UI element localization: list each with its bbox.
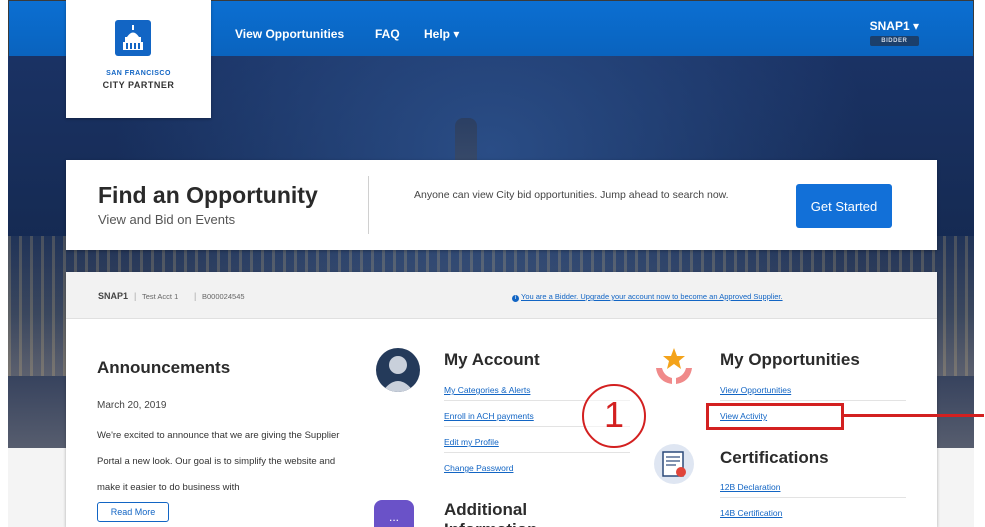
14b-certification-link[interactable]: 14B Certification — [720, 508, 782, 518]
account-name: Test Acct 1 — [142, 292, 179, 301]
info-icon: i — [512, 295, 519, 302]
edit-profile-link[interactable]: Edit my Profile — [444, 437, 499, 447]
hands-star-icon — [656, 348, 692, 384]
announcement-body: We're excited to announce that we are gi… — [97, 430, 340, 493]
announcements-title: Announcements — [97, 358, 231, 377]
page: View Opportunities FAQ Help ▾ SNAP1 ▾ BI… — [0, 0, 985, 527]
my-opportunities-title: My Opportunities — [720, 350, 860, 369]
callout-arrow-line — [844, 414, 984, 417]
my-account-title: My Account — [444, 350, 540, 369]
upgrade-account-link[interactable]: i You are a Bidder. Upgrade your account … — [512, 292, 783, 302]
separator: | — [194, 291, 197, 301]
announcement-date: March 20, 2019 — [97, 400, 167, 411]
enroll-ach-link[interactable]: Enroll in ACH payments — [444, 411, 534, 421]
divider — [368, 176, 369, 234]
nav-view-opportunities[interactable]: View Opportunities — [235, 27, 344, 41]
find-opportunity-card: Find an Opportunity View and Bid on Even… — [66, 160, 937, 250]
certificate-icon — [654, 444, 694, 484]
12b-declaration-link[interactable]: 12B Declaration — [720, 482, 780, 492]
read-more-button[interactable]: Read More — [97, 502, 169, 522]
nav-help-menu[interactable]: Help ▾ — [424, 27, 459, 41]
account-username: SNAP1 — [98, 291, 129, 301]
certifications-title: Certifications — [720, 448, 829, 467]
site-logo[interactable]: SAN FRANCISCO CITY PARTNER — [66, 0, 211, 118]
logo-line-2: CITY PARTNER — [102, 80, 175, 90]
user-menu-label: SNAP1 ▾ — [869, 19, 919, 33]
step-number-callout: 1 — [582, 384, 646, 448]
find-description: Anyone can view City bid opportunities. … — [414, 189, 729, 201]
view-opportunities-link[interactable]: View Opportunities — [720, 385, 791, 395]
upgrade-text: You are a Bidder. Upgrade your account n… — [521, 292, 783, 301]
get-started-button[interactable]: Get Started — [796, 184, 892, 228]
account-info-bar: SNAP1 | Test Acct 1 | B000024545 i You ar… — [66, 272, 937, 319]
role-badge: BIDDER — [869, 36, 919, 46]
highlight-box — [706, 403, 844, 430]
divider — [720, 497, 906, 498]
user-avatar-icon — [376, 348, 420, 392]
user-menu[interactable]: SNAP1 ▾ BIDDER — [869, 19, 919, 46]
find-subtitle: View and Bid on Events — [98, 212, 236, 227]
additional-information-title: Additional Information — [444, 500, 538, 527]
divider — [720, 400, 906, 401]
logo-line-1: SAN FRANCISCO — [106, 70, 171, 77]
my-categories-alerts-link[interactable]: My Categories & Alerts — [444, 385, 530, 395]
change-password-link[interactable]: Change Password — [444, 463, 513, 473]
find-title: Find an Opportunity — [98, 182, 318, 208]
more-info-icon: ... — [374, 500, 414, 527]
divider — [444, 452, 630, 453]
separator: | — [134, 291, 137, 301]
dashboard-panel: SNAP1 | Test Acct 1 | B000024545 i You ar… — [66, 272, 937, 527]
account-id: B000024545 — [202, 292, 245, 301]
nav-faq[interactable]: FAQ — [375, 27, 400, 41]
city-hall-icon — [115, 20, 151, 56]
